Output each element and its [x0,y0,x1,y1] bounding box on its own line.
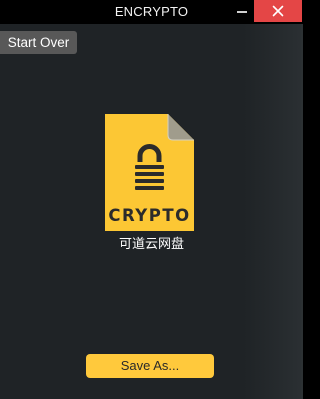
file-name: 可道云网盘 [118,236,184,251]
background-fade [243,20,303,399]
app-window: ENCRYPTO Start Over CRYPTO 可道云网盘 Save As… [0,0,303,399]
encrypted-file-icon: CRYPTO [105,114,194,231]
window-edge [301,0,303,399]
title-bar: ENCRYPTO [0,0,303,24]
save-as-button[interactable]: Save As... [86,354,214,378]
file-badge-text: CRYPTO [108,206,190,225]
minimize-button[interactable] [230,0,252,22]
close-icon [272,5,284,17]
start-over-button[interactable]: Start Over [0,31,77,54]
close-button[interactable] [254,0,302,22]
minimize-icon [237,11,247,13]
